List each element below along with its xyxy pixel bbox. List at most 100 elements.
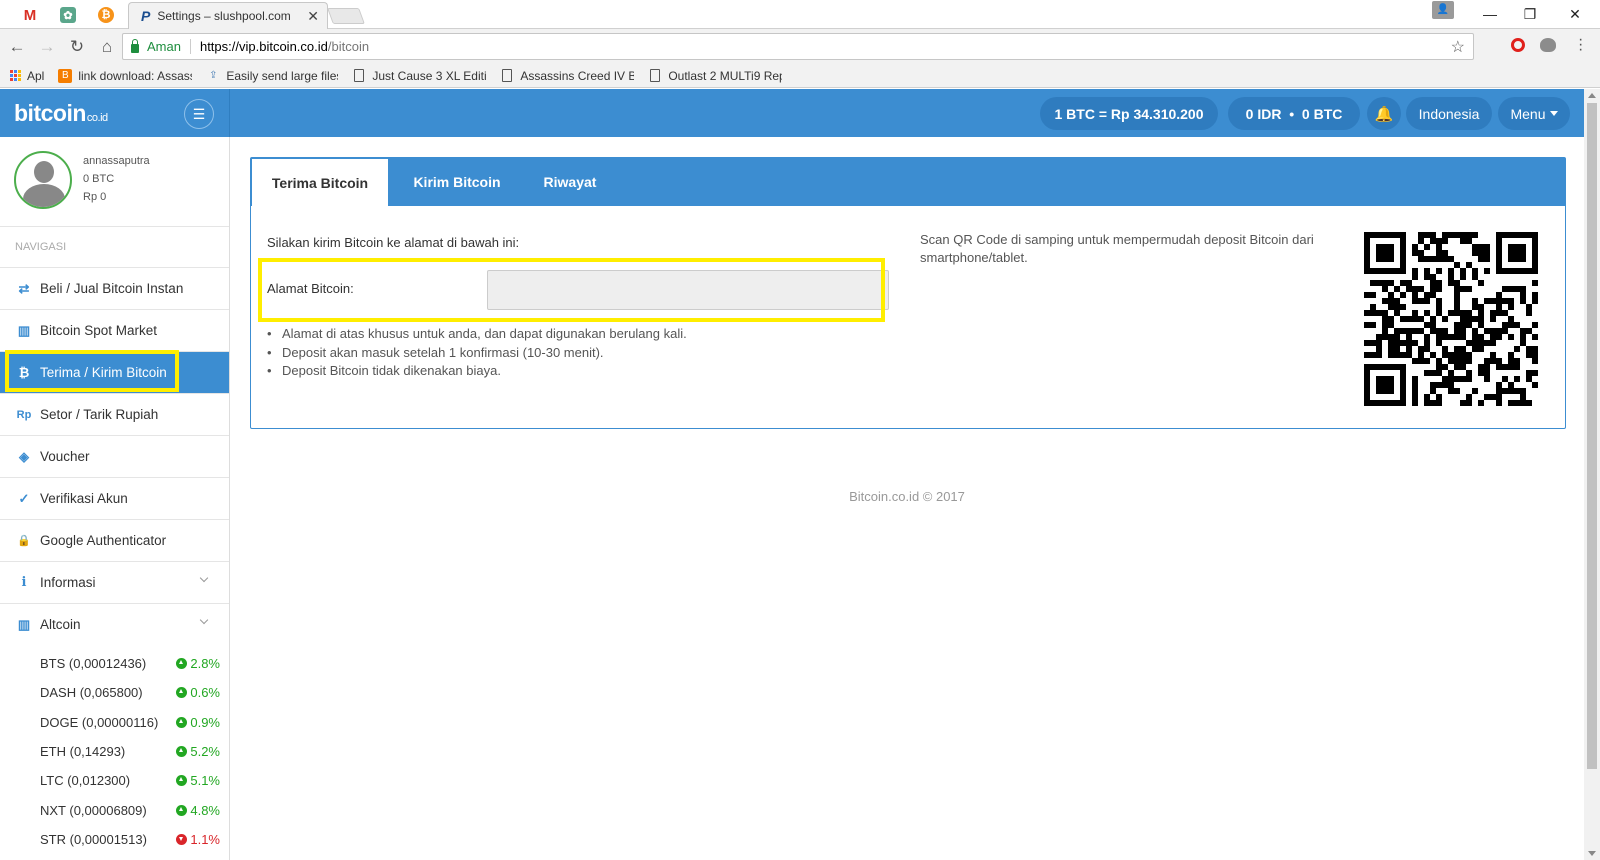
highlight-box-sidebar [5,350,179,392]
bookmark-2[interactable]: ⇪ Easily send large files [206,69,338,83]
qr-instruction: Scan QR Code di samping untuk mempermuda… [920,232,1314,265]
nav-heading: NAVIGASI [15,241,67,253]
restore-icon[interactable]: ❐ [1510,2,1550,26]
qr-code [1364,232,1538,406]
sidebar-item-deposit-withdraw[interactable]: Rp Setor / Tarik Rupiah [0,393,229,435]
chevron-down-icon [199,615,209,625]
page-scrollbar[interactable] [1584,89,1600,860]
arrow-up-circle-icon [176,658,188,669]
bookmark-5[interactable]: Outlast 2 MULTi9 Rep [648,69,782,83]
sidebar-item-spot-market[interactable]: ▥ Bitcoin Spot Market [0,309,229,351]
tab-send-bitcoin[interactable]: Kirim Bitcoin [397,158,517,206]
bookmark-apps[interactable]: Apl [10,69,44,83]
bookmark-star-icon[interactable]: ☆ [1451,37,1465,57]
altcoin-name: ETH (0,14293) [40,743,126,759]
panel-tabs: Terima Bitcoin Kirim Bitcoin Riwayat [251,158,1565,207]
note-item: Deposit Bitcoin tidak dikenakan biaya. [267,362,687,381]
site-logo[interactable]: bitcoinco.id [14,100,108,127]
highlight-box-address [258,258,885,322]
close-window-icon[interactable]: ✕ [1555,2,1595,26]
note-item: Alamat di atas khusus untuk anda, dan da… [267,325,687,344]
new-tab-button[interactable] [327,8,365,24]
note-item: Deposit akan masuk setelah 1 konfirmasi … [267,344,687,363]
altcoin-row[interactable]: BTS (0,00012436) 2.8% [40,656,220,676]
web-page: bitcoinco.id ☰ 1 BTC = Rp 34.310.200 0 I… [0,89,1584,860]
minimize-icon[interactable]: — [1470,2,1510,26]
page-icon [500,69,514,83]
altcoin-name: NXT (0,00006809) [40,802,147,818]
apps-grid-icon [10,70,21,81]
bookmarks-bar: Apl B link download: Assass ⇪ Easily sen… [0,64,1600,88]
menu-dropdown[interactable]: Menu [1498,97,1570,130]
gmail-tab[interactable]: M [12,2,48,28]
scroll-up-icon[interactable] [1588,93,1596,98]
altcoin-name: LTC (0,012300) [40,773,131,789]
username: annassaputra [83,155,150,167]
altcoin-row[interactable]: ETH (0,14293) 5.2% [40,744,220,764]
lock-icon [131,38,139,53]
bookmark-4[interactable]: Assassins Creed IV Bla [500,69,634,83]
sidebar-item-instant-trade[interactable]: ⇄ Beli / Jual Bitcoin Instan [0,267,229,309]
bookmark-1[interactable]: B link download: Assass [58,68,192,83]
extension-icon[interactable] [1540,38,1556,52]
altcoin-row[interactable]: DOGE (0,00000116) 0.9% [40,715,220,735]
sidebar-item-voucher[interactable]: ◈ Voucher [0,435,229,477]
arrow-up-circle-icon [176,745,188,757]
chrome-menu-icon[interactable]: · · · [1578,32,1583,58]
info-icon: i [21,575,27,590]
pinned-tab-2[interactable]: ✿ [50,2,86,28]
arrow-up-circle-icon [176,716,188,728]
altcoin-row[interactable]: NXT (0,00006809) 4.8% [40,803,220,823]
active-tab[interactable]: P Settings – slushpool.com ✕ [128,2,328,29]
browser-toolbar: ← → ↻ ⌂ Aman https://vip.bitcoin.co.id/b… [0,29,1600,64]
back-icon[interactable]: ← [4,34,30,60]
bookmark-3[interactable]: Just Cause 3 XL Editio [352,69,486,83]
home-icon[interactable]: ⌂ [94,34,120,60]
profile-icon[interactable]: 👤 [1432,1,1454,19]
bar-chart-icon: ▥ [17,322,31,338]
browser-tab-strip: M ✿ ₿ P Settings – slushpool.com ✕ 👤 — ❐… [0,0,1600,29]
user-idr-balance: Rp 0 [83,191,107,203]
avatar[interactable] [14,151,72,209]
sidebar-item-information[interactable]: i Informasi [0,561,229,603]
page-icon [352,69,366,83]
balance-pill[interactable]: 0 IDR • 0 BTC [1228,97,1360,130]
arrow-up-circle-icon [176,687,188,699]
tab-receive-bitcoin[interactable]: Terima Bitcoin [252,159,388,207]
altcoin-name: STR (0,00001513) [40,831,147,847]
user-profile: annassaputra 0 BTC Rp 0 [0,137,229,227]
sidebar-item-altcoin[interactable]: ▥ Altcoin [0,603,229,645]
receive-panel: Terima Bitcoin Kirim Bitcoin Riwayat Sil… [250,157,1566,429]
reload-icon[interactable]: ↻ [64,34,90,60]
sidebar-toggle-icon[interactable]: ☰ [184,99,214,129]
bell-icon: 🔔 [1374,105,1394,123]
scroll-down-icon[interactable] [1588,851,1596,856]
paypal-icon: P [141,8,151,24]
altcoin-change: 0.9% [176,715,220,730]
altcoin-row[interactable]: DASH (0,065800) 0.6% [40,685,220,705]
opera-extension-icon[interactable] [1511,38,1525,52]
site-header: bitcoinco.id ☰ 1 BTC = Rp 34.310.200 0 I… [0,89,1584,137]
gmail-icon: M [22,6,38,24]
secure-label: Aman [147,39,191,54]
scroll-thumb[interactable] [1587,103,1597,769]
notes-list: Alamat di atas khusus untuk anda, dan da… [267,325,687,381]
bitcoin-favicon-icon: ₿ [98,7,114,23]
instruction-text: Silakan kirim Bitcoin ke alamat di bawah… [267,235,520,250]
sidebar-item-google-auth[interactable]: 🔒 Google Authenticator [0,519,229,561]
altcoin-name: BTS (0,00012436) [40,656,147,671]
close-tab-icon[interactable]: ✕ [307,8,319,25]
bar-chart-icon: ▥ [17,616,31,632]
forward-icon[interactable]: → [34,34,60,60]
altcoin-row[interactable]: STR (0,00001513) 1.1% [40,832,220,852]
active-tab-title: Settings – slushpool.com [157,9,291,23]
altcoin-row[interactable]: LTC (0,012300) 5.1% [40,773,220,793]
address-bar[interactable]: Aman https://vip.bitcoin.co.id/bitcoin ☆ [122,33,1474,60]
url-text[interactable]: https://vip.bitcoin.co.id/bitcoin [200,39,369,54]
chevron-down-icon [199,573,209,583]
bitcoin-tab[interactable]: ₿ [88,2,124,28]
altcoin-name: DOGE (0,00000116) [40,714,159,730]
tab-history[interactable]: Riwayat [527,158,613,206]
notification-button[interactable]: 🔔 [1367,97,1401,130]
language-selector[interactable]: Indonesia [1406,97,1492,130]
